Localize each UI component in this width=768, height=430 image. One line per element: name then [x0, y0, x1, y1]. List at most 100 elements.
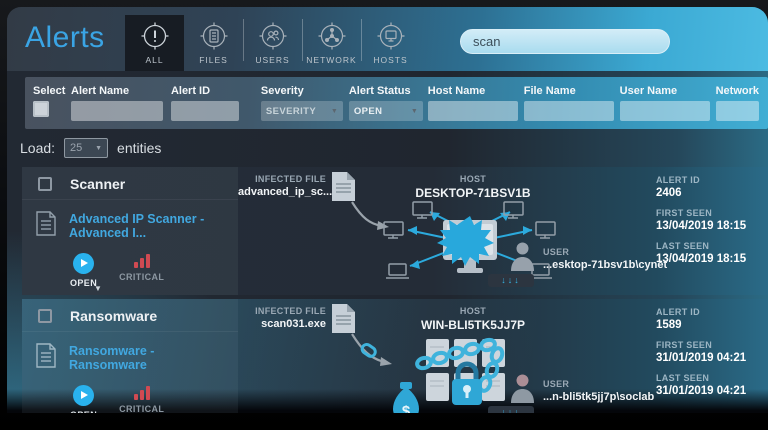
severity-label: Severity — [261, 85, 343, 97]
host-name: WIN-BLI5TK5JJ7P — [366, 318, 580, 332]
alert-name-input[interactable] — [71, 101, 163, 121]
tab-network-label: NETWORK — [306, 55, 356, 65]
user-silhouette-icon — [510, 373, 535, 408]
alert-detail-link[interactable]: Advanced IP Scanner - Advanced I... — [69, 212, 232, 240]
alert-illustration-area: INFECTED FILE scan031.exe HOST WIN-BLI5T… — [238, 299, 656, 413]
load-count-select[interactable]: 25 ▼ — [64, 138, 108, 158]
chevron-down-icon: ▼ — [411, 108, 418, 115]
files-target-icon — [199, 22, 229, 52]
search-container — [460, 29, 670, 54]
tab-hosts[interactable]: HOSTS — [361, 15, 420, 71]
alert-summary-panel: Ransomware Ransomware - Ransomware OPEN — [22, 299, 238, 413]
alert-checkbox[interactable] — [38, 177, 52, 191]
tab-files[interactable]: FILES — [184, 15, 243, 71]
tab-users[interactable]: USERS — [243, 15, 302, 71]
user-label: USER — [543, 247, 667, 257]
file-name-label: File Name — [524, 85, 614, 97]
hosts-target-icon — [376, 22, 406, 52]
alert-summary-panel: Scanner Advanced IP Scanner - Advanced I… — [22, 167, 238, 295]
alert-id-label: ALERT ID — [656, 175, 763, 185]
tab-all-label: ALL — [145, 55, 163, 65]
network-label: Network — [716, 85, 759, 97]
search-input[interactable] — [460, 29, 670, 54]
document-icon — [35, 342, 57, 374]
user-name: ...esktop-71bsv1b\cynet — [543, 259, 667, 271]
filter-bar: Select Alert Name Alert ID Severity SEVE… — [25, 77, 768, 129]
tab-bar: ALL FILES — [125, 15, 420, 71]
alert-name-label: Alert Name — [71, 85, 163, 97]
expand-alert-button[interactable]: ↓↓↓ — [488, 274, 534, 287]
infected-file-label: INFECTED FILE — [238, 306, 326, 316]
first-seen-label: FIRST SEEN — [656, 208, 763, 218]
tab-users-label: USERS — [255, 55, 289, 65]
chevron-down-icon: ▼ — [95, 145, 102, 152]
last-seen-label: LAST SEEN — [656, 373, 763, 383]
first-seen-value: 13/04/2019 18:15 — [656, 220, 763, 232]
load-label: Load: — [20, 140, 55, 156]
expand-alert-button[interactable]: ↓↓↓ — [488, 406, 534, 413]
alert-meta-panel: ALERT ID 2406 FIRST SEEN 13/04/2019 18:1… — [656, 167, 768, 295]
alert-row-scanner[interactable]: Scanner Advanced IP Scanner - Advanced I… — [22, 167, 768, 295]
last-seen-value: 13/04/2019 18:15 — [656, 253, 763, 265]
host-name-label: Host Name — [428, 85, 518, 97]
alert-id-label: Alert ID — [171, 85, 239, 97]
chevron-down-icon: ▼ — [331, 108, 338, 115]
load-count-value: 25 — [70, 142, 82, 154]
open-label: OPEN — [70, 410, 97, 413]
infected-file-name: advanced_ip_sc... — [238, 186, 326, 198]
last-seen-label: LAST SEEN — [656, 241, 763, 251]
user-name-label: User Name — [620, 85, 710, 97]
critical-bars-icon — [134, 253, 150, 268]
select-column-label: Select — [33, 85, 65, 97]
svg-text:$: $ — [402, 403, 411, 413]
user-name-input[interactable] — [620, 101, 710, 121]
alert-id-label: ALERT ID — [656, 307, 763, 317]
alert-name: Ransomware — [70, 308, 157, 324]
host-label: HOST — [366, 174, 580, 184]
last-seen-value: 31/01/2019 04:21 — [656, 385, 763, 397]
severity-critical: CRITICAL — [119, 385, 164, 413]
critical-label: CRITICAL — [119, 272, 164, 282]
tab-files-label: FILES — [199, 55, 228, 65]
status-open[interactable]: OPEN — [70, 385, 97, 413]
alert-id-value: 2406 — [656, 187, 763, 199]
user-silhouette-icon — [510, 241, 535, 276]
alert-name: Scanner — [70, 176, 125, 192]
collapse-caret-icon[interactable]: ▼ — [94, 284, 102, 293]
tab-network[interactable]: NETWORK — [302, 15, 361, 71]
first-seen-label: FIRST SEEN — [656, 340, 763, 350]
alerts-window: Alerts ALL — [7, 7, 768, 413]
tab-hosts-label: HOSTS — [373, 55, 407, 65]
select-all-checkbox[interactable] — [33, 101, 49, 117]
alert-checkbox[interactable] — [38, 309, 52, 323]
alert-meta-panel: ALERT ID 1589 FIRST SEEN 31/01/2019 04:2… — [656, 299, 768, 413]
tab-all[interactable]: ALL — [125, 15, 184, 71]
load-bar: Load: 25 ▼ entities — [7, 129, 768, 167]
network-input[interactable] — [716, 101, 759, 121]
infected-file-label: INFECTED FILE — [238, 174, 326, 184]
alert-id-value: 1589 — [656, 319, 763, 331]
host-label: HOST — [366, 306, 580, 316]
user-name: ...n-bli5tk5jj7p\soclab — [543, 391, 654, 403]
alert-status-select[interactable]: OPEN ▼ — [349, 101, 423, 121]
host-name: DESKTOP-71BSV1B — [366, 186, 580, 200]
status-open[interactable]: OPEN — [70, 253, 97, 288]
alert-row-ransomware[interactable]: Ransomware Ransomware - Ransomware OPEN — [22, 299, 768, 413]
user-label: USER — [543, 379, 654, 389]
alert-id-input[interactable] — [171, 101, 239, 121]
alerts-target-icon — [140, 22, 170, 52]
infected-file-name: scan031.exe — [238, 318, 326, 330]
alert-detail-link[interactable]: Ransomware - Ransomware — [69, 344, 232, 372]
open-status-icon — [73, 385, 94, 406]
alert-illustration-area: INFECTED FILE advanced_ip_sc... HOST DES… — [238, 167, 656, 295]
file-name-input[interactable] — [524, 101, 614, 121]
header: Alerts ALL — [7, 7, 768, 71]
first-seen-value: 31/01/2019 04:21 — [656, 352, 763, 364]
users-target-icon — [258, 22, 288, 52]
critical-label: CRITICAL — [119, 404, 164, 413]
open-status-icon — [73, 253, 94, 274]
host-name-input[interactable] — [428, 101, 518, 121]
severity-value: SEVERITY — [266, 106, 316, 117]
severity-select[interactable]: SEVERITY ▼ — [261, 101, 343, 121]
alert-status-value: OPEN — [354, 106, 383, 117]
